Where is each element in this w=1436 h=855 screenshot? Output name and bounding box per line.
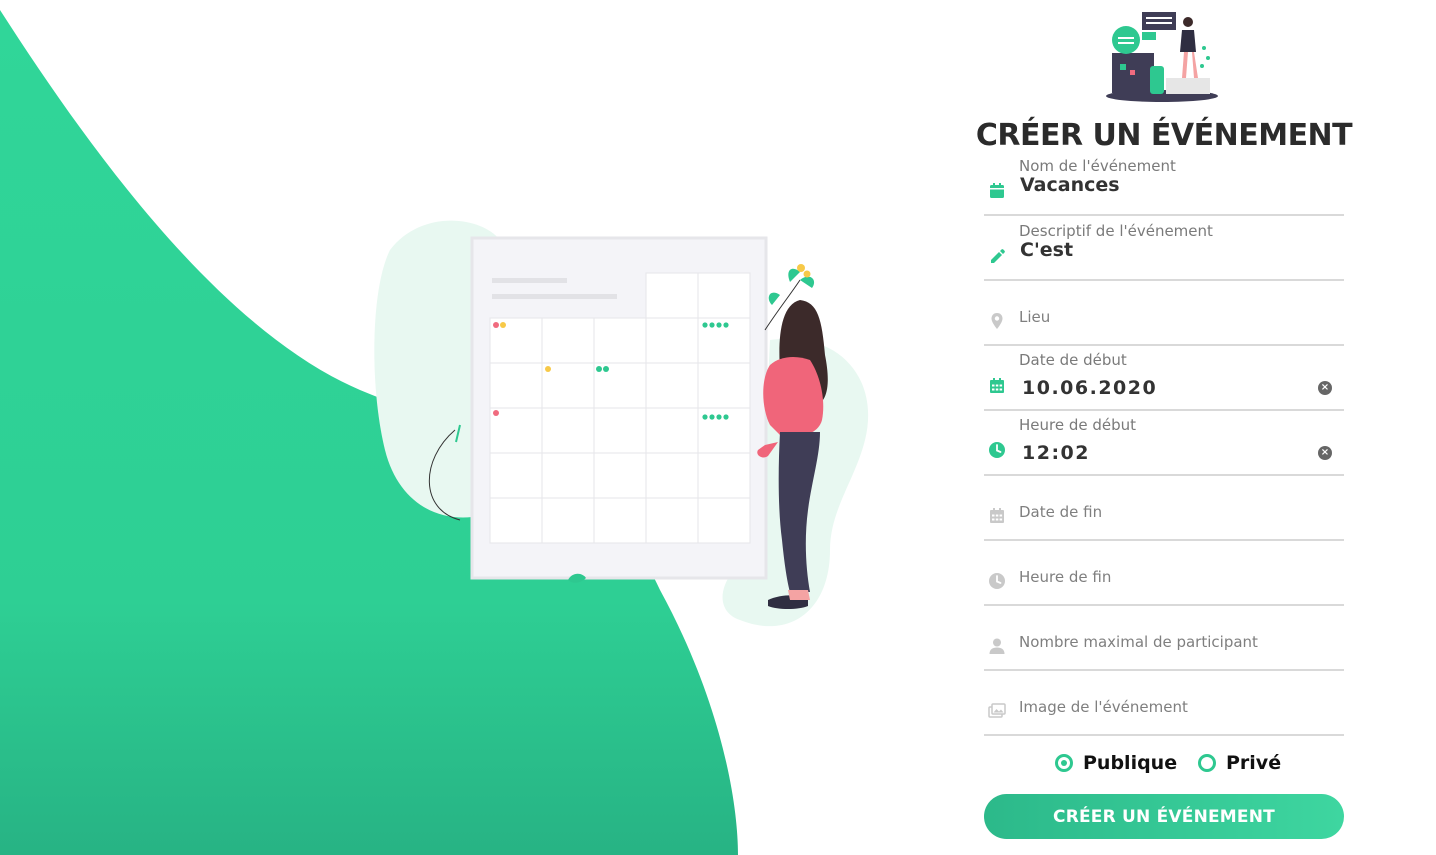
calendar-icon xyxy=(988,182,1006,200)
radio-unselected-icon[interactable] xyxy=(1198,754,1216,772)
create-event-button[interactable]: CRÉER UN ÉVÉNEMENT xyxy=(984,794,1344,839)
visibility-options: Publique Privé xyxy=(984,752,1344,782)
calendar-grid-icon xyxy=(988,377,1006,395)
event-image-field[interactable]: Image de l'événement xyxy=(984,672,1344,736)
event-name-label: Nom de l'événement xyxy=(1019,157,1176,175)
calendar-cell xyxy=(697,452,751,499)
event-description-field[interactable]: Descriptif de l'événement C'est xyxy=(984,217,1344,281)
calendar-cell xyxy=(645,407,699,454)
event-description-label: Descriptif de l'événement xyxy=(1019,222,1213,240)
header-illustration xyxy=(1106,12,1218,102)
radio-publique[interactable]: Publique xyxy=(1055,752,1177,774)
start-date-label: Date de début xyxy=(1019,351,1127,369)
clock-icon xyxy=(988,572,1006,590)
max-participants-placeholder: Nombre maximal de participant xyxy=(1019,633,1258,651)
event-description-value[interactable]: C'est xyxy=(1020,239,1073,261)
end-date-field[interactable]: Date de fin xyxy=(984,477,1344,541)
calendar-cell xyxy=(593,452,647,499)
calendar-illustration xyxy=(374,220,869,627)
location-field[interactable]: Lieu xyxy=(984,282,1344,346)
clear-start-date-icon[interactable]: × xyxy=(1318,381,1332,395)
max-participants-field[interactable]: Nombre maximal de participant xyxy=(984,607,1344,671)
calendar-cell xyxy=(489,497,543,544)
calendar-cell xyxy=(489,452,543,499)
calendar-cell xyxy=(541,407,595,454)
start-time-value[interactable]: 12:02 xyxy=(1022,442,1090,464)
calendar-cell xyxy=(697,497,751,544)
calendar-cell xyxy=(645,452,699,499)
radio-publique-label[interactable]: Publique xyxy=(1083,752,1177,774)
event-name-value[interactable]: Vacances xyxy=(1020,174,1120,196)
map-pin-icon xyxy=(988,312,1006,330)
location-placeholder: Lieu xyxy=(1019,308,1051,326)
image-icon xyxy=(988,702,1006,720)
end-date-placeholder: Date de fin xyxy=(1019,503,1103,521)
radio-prive-label[interactable]: Privé xyxy=(1226,752,1281,774)
start-date-field[interactable]: Date de début 10.06.2020 × xyxy=(984,347,1344,411)
start-time-label: Heure de début xyxy=(1019,416,1137,434)
pencil-icon xyxy=(988,247,1006,265)
calendar-cell xyxy=(645,317,699,364)
calendar-cell xyxy=(541,497,595,544)
calendar-cell xyxy=(697,362,751,409)
calendar-cell xyxy=(593,497,647,544)
calendar-grid-icon xyxy=(988,507,1006,525)
calendar-cell xyxy=(489,362,543,409)
end-time-field[interactable]: Heure de fin xyxy=(984,542,1344,606)
event-image-placeholder: Image de l'événement xyxy=(1019,698,1188,716)
calendar-cell xyxy=(593,317,647,364)
start-date-value[interactable]: 10.06.2020 xyxy=(1022,377,1157,399)
clock-icon xyxy=(988,441,1006,459)
start-time-field[interactable]: Heure de début 12:02 × xyxy=(984,412,1344,476)
clear-start-time-icon[interactable]: × xyxy=(1318,446,1332,460)
end-time-placeholder: Heure de fin xyxy=(1019,568,1112,586)
event-name-field[interactable]: Nom de l'événement Vacances xyxy=(984,152,1344,216)
calendar-cell xyxy=(541,317,595,364)
user-icon xyxy=(988,637,1006,655)
radio-prive[interactable]: Privé xyxy=(1198,752,1281,774)
calendar-cell xyxy=(645,497,699,544)
calendar-cell xyxy=(593,407,647,454)
form-title: CRÉER UN ÉVÉNEMENT xyxy=(975,118,1353,153)
radio-selected-icon[interactable] xyxy=(1055,754,1073,772)
calendar-cell xyxy=(541,452,595,499)
calendar-cell xyxy=(645,362,699,409)
create-event-panel: CRÉER UN ÉVÉNEMENT Nom de l'événement Va… xyxy=(976,0,1353,855)
